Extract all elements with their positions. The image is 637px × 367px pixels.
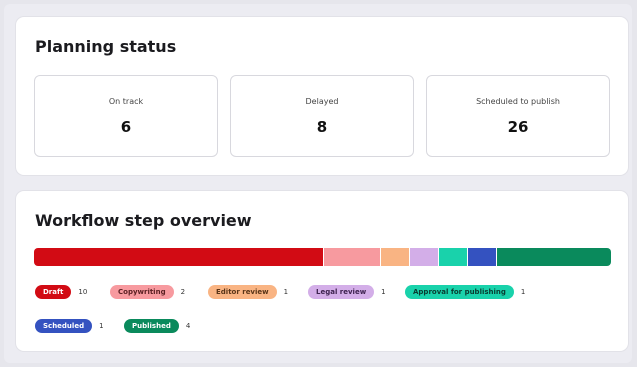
step-count: 10 [78,288,88,296]
bar-segment-approval-for-publishing[interactable] [437,248,467,266]
bar-segment-published[interactable] [495,248,611,266]
stat-label: Scheduled to publish [476,97,560,106]
step-count: 1 [283,288,289,296]
bar-segment-editor-review[interactable] [380,248,410,266]
step-pill[interactable]: Copywriting [110,285,174,299]
bar-segment-scheduled[interactable] [466,248,496,266]
step-pill[interactable]: Editor review [208,285,277,299]
stat-label: Delayed [305,97,339,106]
workflow-overview-title: Workflow step overview [35,211,252,230]
step-pill[interactable]: Draft [35,285,72,299]
step-pill[interactable]: Published [124,319,179,333]
stat-value: 8 [316,118,328,136]
step-count: 1 [520,288,526,296]
step-pill[interactable]: Approval for publishing [405,285,514,299]
stat-on-track: On track 6 [34,75,218,157]
stat-label: On track [108,97,144,106]
workflow-progress-bar [34,248,611,266]
legend-legal-review[interactable]: Legal review 1 [308,285,386,299]
planning-status-title: Planning status [35,37,177,56]
bar-segment-legal-review[interactable] [409,248,438,266]
legend-approval-for-publishing[interactable]: Approval for publishing 1 [405,285,525,299]
legend-scheduled[interactable]: Scheduled 1 [35,319,104,333]
step-count: 1 [381,288,386,296]
legend-published[interactable]: Published 4 [124,319,190,333]
workflow-overview-card: Workflow step overview Draft 10 Copywrit… [16,191,628,351]
stat-scheduled-to-publish: Scheduled to publish 26 [426,75,610,157]
stat-value: 26 [507,118,529,136]
stat-value: 6 [120,118,132,136]
bar-segment-copywriting[interactable] [322,248,381,266]
step-count: 4 [185,322,191,330]
legend-draft[interactable]: Draft 10 [35,285,87,299]
legend-editor-review[interactable]: Editor review 1 [208,285,288,299]
planning-status-card: Planning status On track 6 Delayed 8 Sch… [16,17,628,175]
bar-segment-draft[interactable] [34,248,323,266]
step-pill[interactable]: Scheduled [35,319,93,333]
step-count: 1 [99,322,104,330]
legend-copywriting[interactable]: Copywriting 2 [110,285,185,299]
step-pill[interactable]: Legal review [308,285,375,299]
step-count: 2 [180,288,186,296]
stat-delayed: Delayed 8 [230,75,414,157]
